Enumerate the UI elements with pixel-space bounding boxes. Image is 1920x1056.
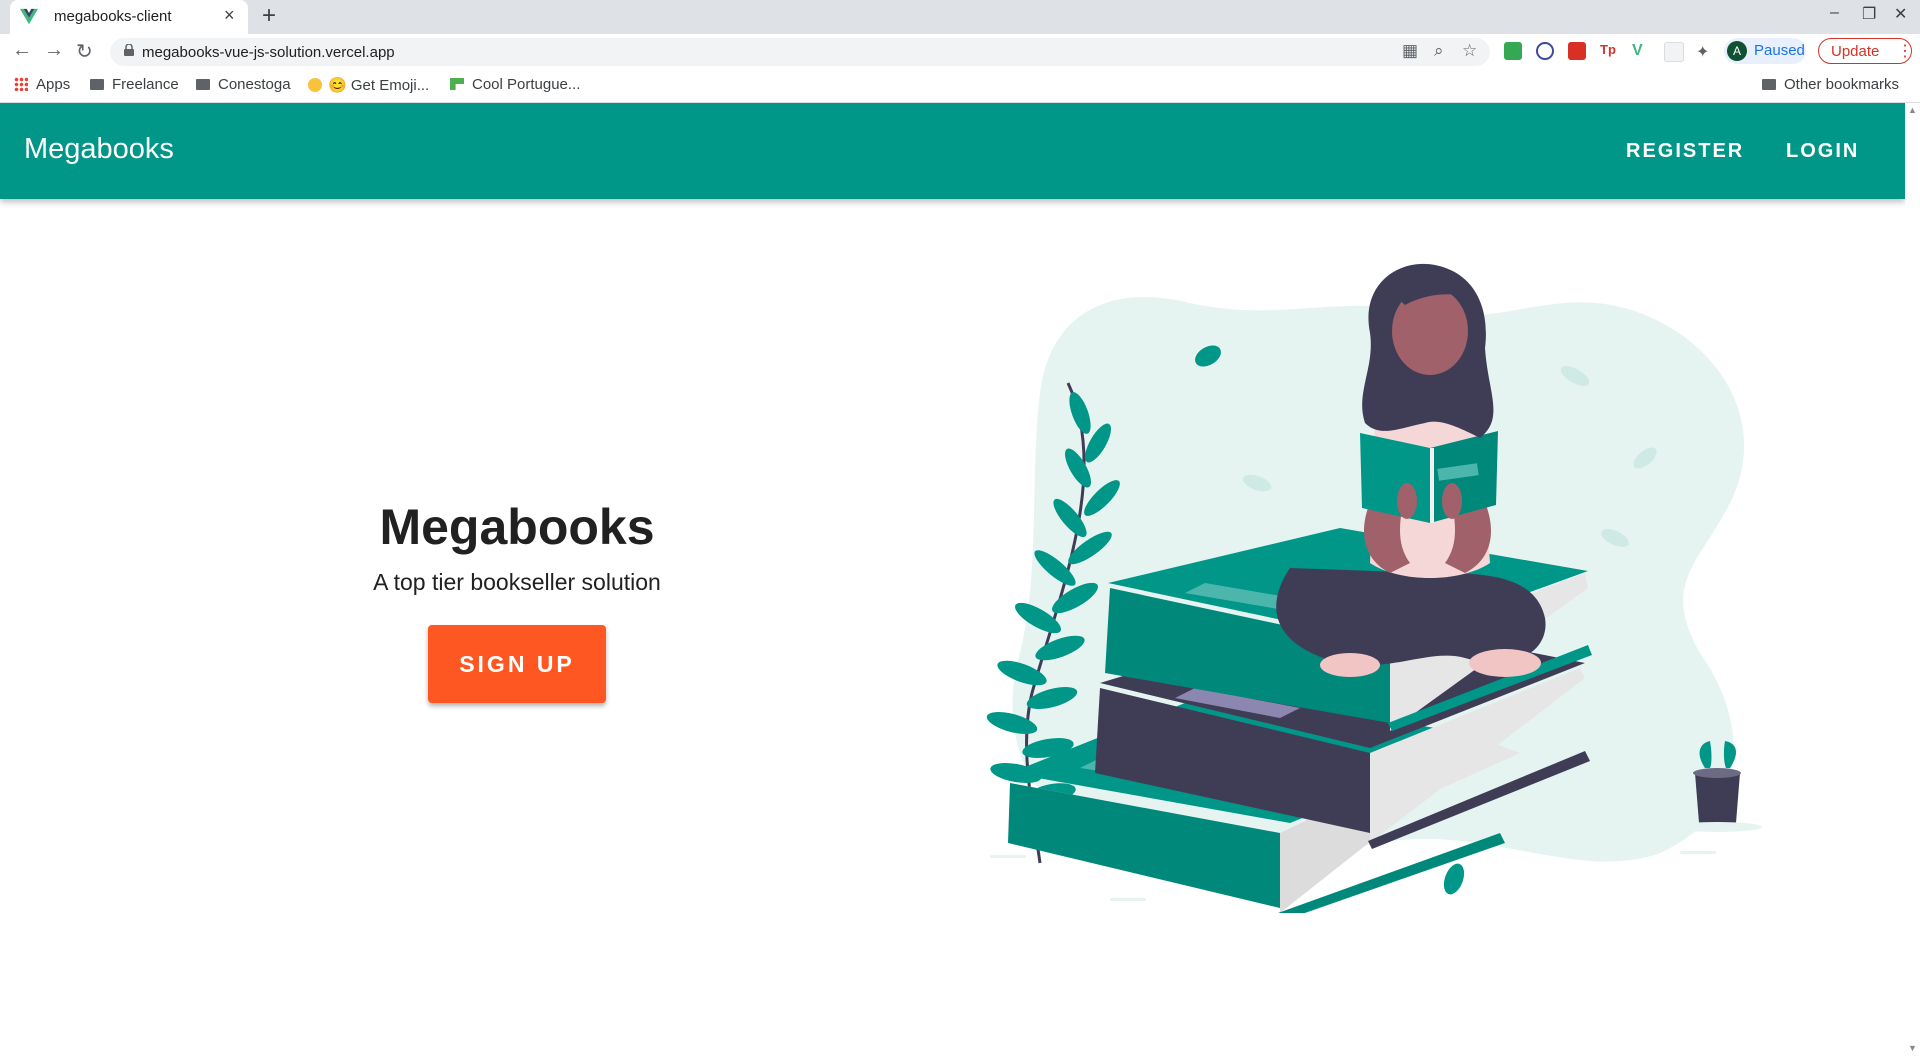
browser-tab-strip: megabooks-client × + – ❐ ✕ bbox=[0, 0, 1920, 34]
vue-logo-icon bbox=[20, 8, 38, 25]
extension-eyedropper-icon[interactable] bbox=[1504, 42, 1522, 60]
url-text: megabooks-vue-js-solution.vercel.app bbox=[142, 44, 395, 61]
bookmark-label: 😊 Get Emoji... bbox=[328, 77, 430, 94]
bookmark-label: Apps bbox=[36, 76, 71, 93]
extension-blank-icon[interactable] bbox=[1664, 42, 1684, 62]
folder-icon bbox=[1762, 78, 1776, 90]
close-tab-icon[interactable]: × bbox=[224, 5, 235, 26]
extension-pin-icon[interactable] bbox=[1568, 42, 1586, 60]
update-label: Update bbox=[1831, 43, 1880, 60]
other-bookmarks[interactable]: Other bookmarks bbox=[1762, 76, 1899, 93]
bookmark-label: Conestoga bbox=[218, 76, 291, 93]
extension-vue-devtools-icon[interactable]: V bbox=[1632, 42, 1650, 60]
flag-icon bbox=[450, 78, 464, 91]
forward-icon[interactable]: → bbox=[44, 39, 64, 62]
app-bar: Megabooks REGISTER LOGIN bbox=[0, 103, 1905, 199]
apps-grid-icon bbox=[14, 77, 28, 92]
close-window-icon[interactable]: ✕ bbox=[1894, 4, 1907, 24]
bookmark-label: Other bookmarks bbox=[1784, 76, 1900, 93]
browser-toolbar: ← → ↻ megabooks-vue-js-solution.vercel.a… bbox=[0, 34, 1920, 68]
tab-title: megabooks-client bbox=[54, 8, 172, 25]
restore-icon[interactable]: ❐ bbox=[1862, 4, 1876, 24]
register-button[interactable]: REGISTER bbox=[1626, 140, 1744, 163]
hero-title: Megabooks bbox=[379, 499, 655, 555]
sign-up-button[interactable]: SIGN UP bbox=[428, 625, 606, 703]
scroll-down-icon[interactable]: ▼ bbox=[1908, 1043, 1917, 1053]
folder-icon bbox=[90, 78, 104, 90]
profile-status: Paused bbox=[1754, 42, 1805, 59]
extension-tp-icon[interactable]: Tp bbox=[1600, 42, 1618, 60]
avatar: A bbox=[1727, 41, 1747, 61]
bookmark-apps[interactable]: Apps bbox=[14, 76, 70, 93]
bookmark-cool-portugue[interactable]: Cool Portugue... bbox=[450, 76, 580, 93]
bookmark-freelance[interactable]: Freelance bbox=[90, 76, 179, 93]
extension-block-icon[interactable] bbox=[1536, 42, 1554, 60]
reading-woman-illustration bbox=[986, 263, 1762, 913]
login-button[interactable]: LOGIN bbox=[1786, 140, 1859, 163]
brand-title[interactable]: Megabooks bbox=[24, 133, 174, 166]
page-scrollbar[interactable]: ▲ ▼ bbox=[1905, 103, 1920, 1056]
profile-button[interactable]: A Paused bbox=[1724, 38, 1806, 64]
scroll-up-icon[interactable]: ▲ bbox=[1908, 105, 1917, 115]
lock-icon bbox=[124, 44, 134, 56]
back-icon[interactable]: ← bbox=[12, 39, 32, 62]
sign-up-label: SIGN UP bbox=[459, 651, 575, 677]
bookmark-label: Cool Portugue... bbox=[472, 76, 581, 93]
address-bar[interactable]: megabooks-vue-js-solution.vercel.app ▦ ⌕… bbox=[110, 38, 1490, 66]
qr-code-icon[interactable]: ▦ bbox=[1402, 41, 1418, 61]
browser-tab[interactable]: megabooks-client × bbox=[10, 0, 248, 34]
new-tab-button[interactable]: + bbox=[262, 2, 276, 30]
reload-icon[interactable]: ↻ bbox=[76, 39, 93, 64]
bookmark-star-icon[interactable]: ☆ bbox=[1462, 41, 1477, 61]
update-button[interactable]: Update ⋮ bbox=[1818, 38, 1913, 64]
extensions-puzzle-icon[interactable]: ✦ bbox=[1696, 42, 1714, 61]
emoji-icon bbox=[308, 78, 322, 93]
minimize-icon[interactable]: – bbox=[1830, 4, 1839, 22]
page-viewport: Megabooks REGISTER LOGIN Megabooks A top… bbox=[0, 103, 1920, 1056]
bookmark-get-emoji[interactable]: 😊 Get Emoji... bbox=[308, 76, 429, 94]
hero-subtitle: A top tier bookseller solution bbox=[373, 569, 661, 595]
zoom-icon[interactable]: ⌕ bbox=[1434, 41, 1444, 61]
bookmark-conestoga[interactable]: Conestoga bbox=[196, 76, 291, 93]
folder-icon bbox=[196, 78, 210, 90]
bookmark-label: Freelance bbox=[112, 76, 179, 93]
bookmarks-bar: Apps Freelance Conestoga 😊 Get Emoji... … bbox=[0, 68, 1920, 103]
more-menu-icon[interactable]: ⋮ bbox=[1897, 41, 1913, 61]
